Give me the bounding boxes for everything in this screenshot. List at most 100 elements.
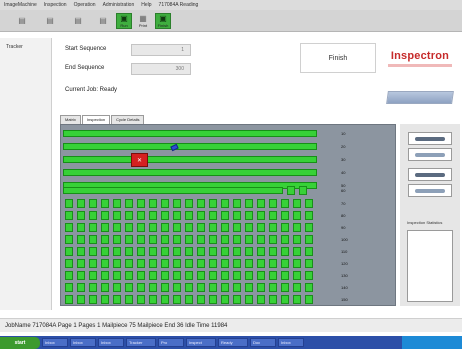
mailpiece-cell[interactable] bbox=[185, 211, 193, 220]
mailpiece-cell[interactable] bbox=[221, 295, 229, 304]
mailpiece-cell[interactable] bbox=[257, 199, 265, 208]
mailpiece-cell[interactable] bbox=[221, 211, 229, 220]
mailpiece-cell[interactable] bbox=[137, 199, 145, 208]
mailpiece-cell[interactable] bbox=[113, 235, 121, 244]
mailpiece-cell[interactable] bbox=[185, 223, 193, 232]
tab-matrix[interactable]: Matrix bbox=[60, 115, 81, 124]
mailpiece-cell[interactable] bbox=[77, 235, 85, 244]
mailpiece-cell[interactable] bbox=[233, 199, 241, 208]
taskbar-item[interactable]: Tracker bbox=[126, 338, 156, 347]
mailpiece-cell[interactable] bbox=[245, 259, 253, 268]
mailpiece-cell[interactable] bbox=[101, 211, 109, 220]
mailpiece-cell[interactable] bbox=[161, 295, 169, 304]
mailpiece-cell[interactable] bbox=[173, 235, 181, 244]
mailpiece-cell[interactable] bbox=[269, 211, 277, 220]
mailpiece-cell[interactable] bbox=[305, 295, 313, 304]
mailpiece-cell[interactable] bbox=[161, 223, 169, 232]
mailpiece-cell[interactable] bbox=[305, 211, 313, 220]
mailpiece-cell[interactable] bbox=[113, 259, 121, 268]
mailpiece-cell[interactable] bbox=[113, 223, 121, 232]
mailpiece-cell[interactable] bbox=[149, 283, 157, 292]
mailpiece-cell[interactable] bbox=[305, 199, 313, 208]
mailpiece-cell[interactable] bbox=[269, 271, 277, 280]
mailpiece-cell[interactable] bbox=[101, 271, 109, 280]
mailpiece-cell[interactable] bbox=[89, 271, 97, 280]
mailpiece-cell[interactable] bbox=[209, 247, 217, 256]
mailpiece-cell[interactable] bbox=[209, 199, 217, 208]
mailpiece-cell[interactable] bbox=[101, 259, 109, 268]
mailpiece-cell[interactable] bbox=[161, 211, 169, 220]
toolbar-button-3[interactable]: ▤ bbox=[70, 13, 86, 29]
mailpiece-cell[interactable] bbox=[305, 235, 313, 244]
mailpiece-cell[interactable] bbox=[125, 271, 133, 280]
menu-item[interactable]: Operation bbox=[74, 2, 96, 8]
mailpiece-cell[interactable] bbox=[161, 247, 169, 256]
mailpiece-cell[interactable] bbox=[233, 223, 241, 232]
mailpiece-cell[interactable] bbox=[293, 199, 301, 208]
mailpiece-cell[interactable] bbox=[281, 223, 289, 232]
mailpiece-cell[interactable] bbox=[137, 295, 145, 304]
menu-item[interactable]: Inspection bbox=[44, 2, 67, 8]
mailpiece-cell[interactable] bbox=[89, 283, 97, 292]
mailpiece-cell[interactable] bbox=[113, 211, 121, 220]
mailpiece-cell[interactable] bbox=[209, 271, 217, 280]
mailpiece-cell[interactable] bbox=[173, 283, 181, 292]
mailpiece-cell[interactable] bbox=[137, 223, 145, 232]
mailpiece-cell[interactable] bbox=[149, 235, 157, 244]
mailpiece-cell[interactable] bbox=[149, 295, 157, 304]
mailpiece-cell[interactable] bbox=[137, 247, 145, 256]
mailpiece-cell[interactable] bbox=[125, 199, 133, 208]
mailpiece-cell[interactable] bbox=[77, 199, 85, 208]
mailpiece-cell[interactable] bbox=[125, 247, 133, 256]
mailpiece-cell[interactable] bbox=[137, 235, 145, 244]
mailpiece-cell[interactable] bbox=[233, 283, 241, 292]
mailpiece-cell[interactable] bbox=[65, 223, 73, 232]
mailpiece-cell[interactable] bbox=[233, 259, 241, 268]
mailpiece-cell[interactable] bbox=[197, 295, 205, 304]
mailpiece-cell[interactable] bbox=[293, 283, 301, 292]
mailpiece-cell[interactable] bbox=[149, 259, 157, 268]
mailpiece-cell[interactable] bbox=[197, 235, 205, 244]
taskbar-item[interactable]: Ready bbox=[218, 338, 248, 347]
mailpiece-cell[interactable] bbox=[173, 271, 181, 280]
mailpiece-cell[interactable] bbox=[197, 199, 205, 208]
mailpiece-cell[interactable] bbox=[89, 259, 97, 268]
mailpiece-cell[interactable] bbox=[173, 211, 181, 220]
mailpiece-cell[interactable] bbox=[233, 235, 241, 244]
mailpiece-cell[interactable] bbox=[293, 259, 301, 268]
menu-item[interactable]: ImageMachine bbox=[4, 2, 37, 8]
mailpiece-cell[interactable] bbox=[161, 283, 169, 292]
mailpiece-cell[interactable] bbox=[77, 283, 85, 292]
mailpiece-cell[interactable] bbox=[161, 259, 169, 268]
mailpiece-cell[interactable] bbox=[245, 283, 253, 292]
mailpiece-cell[interactable] bbox=[185, 199, 193, 208]
mailpiece-cell[interactable] bbox=[233, 211, 241, 220]
mailpiece-cell[interactable] bbox=[113, 199, 121, 208]
mailpiece-cell[interactable] bbox=[149, 223, 157, 232]
mailpiece-cell[interactable] bbox=[209, 223, 217, 232]
toolbar-button-2[interactable]: ▤ bbox=[42, 13, 58, 29]
mailpiece-cell[interactable] bbox=[137, 259, 145, 268]
rejected-mailpiece-marker[interactable]: ✕ bbox=[131, 153, 148, 167]
mailpiece-cell[interactable] bbox=[269, 259, 277, 268]
mailpiece-cell[interactable] bbox=[209, 283, 217, 292]
mailpiece-cell[interactable] bbox=[185, 283, 193, 292]
mailpiece-cell[interactable] bbox=[149, 271, 157, 280]
tray-button-1[interactable] bbox=[408, 132, 452, 145]
mailpiece-cell[interactable] bbox=[89, 223, 97, 232]
mailpiece-cell[interactable] bbox=[149, 199, 157, 208]
menu-item[interactable]: Administration bbox=[103, 2, 135, 8]
mailpiece-cell[interactable] bbox=[101, 295, 109, 304]
mailpiece-cell[interactable] bbox=[65, 211, 73, 220]
menu-item[interactable]: Help bbox=[141, 2, 151, 8]
mailpiece-cell[interactable] bbox=[293, 247, 301, 256]
mailpiece-cell[interactable] bbox=[137, 283, 145, 292]
mailpiece-cell[interactable] bbox=[65, 199, 73, 208]
current-position-marker[interactable] bbox=[170, 143, 179, 152]
mailpiece-cell[interactable] bbox=[299, 186, 307, 195]
taskbar-item[interactable]: Inbox bbox=[70, 338, 96, 347]
mailpiece-cell[interactable] bbox=[185, 235, 193, 244]
mailpiece-cell[interactable] bbox=[101, 223, 109, 232]
mailpiece-cell[interactable] bbox=[125, 211, 133, 220]
mailpiece-cell[interactable] bbox=[77, 247, 85, 256]
